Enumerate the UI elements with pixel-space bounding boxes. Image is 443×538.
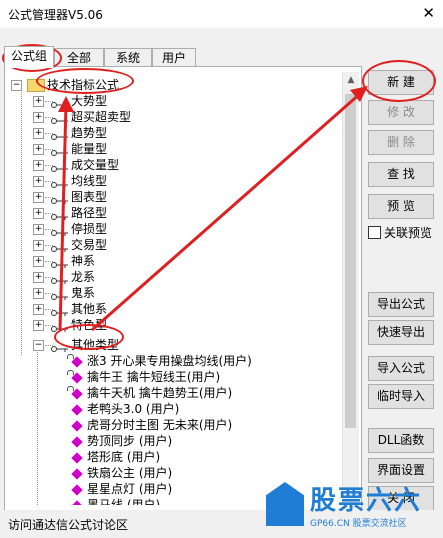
tab-formula-group[interactable]: 公式组: [4, 46, 54, 68]
watermark-logo-icon: [266, 482, 304, 526]
watermark: 股票六六 GP66.CN 股票交流社区: [260, 480, 440, 534]
watermark-subtitle: GP66.CN 股票交流社区: [310, 519, 407, 529]
watermark-title: 股票六六: [310, 486, 423, 516]
annotation-arrows: [58, 86, 368, 332]
